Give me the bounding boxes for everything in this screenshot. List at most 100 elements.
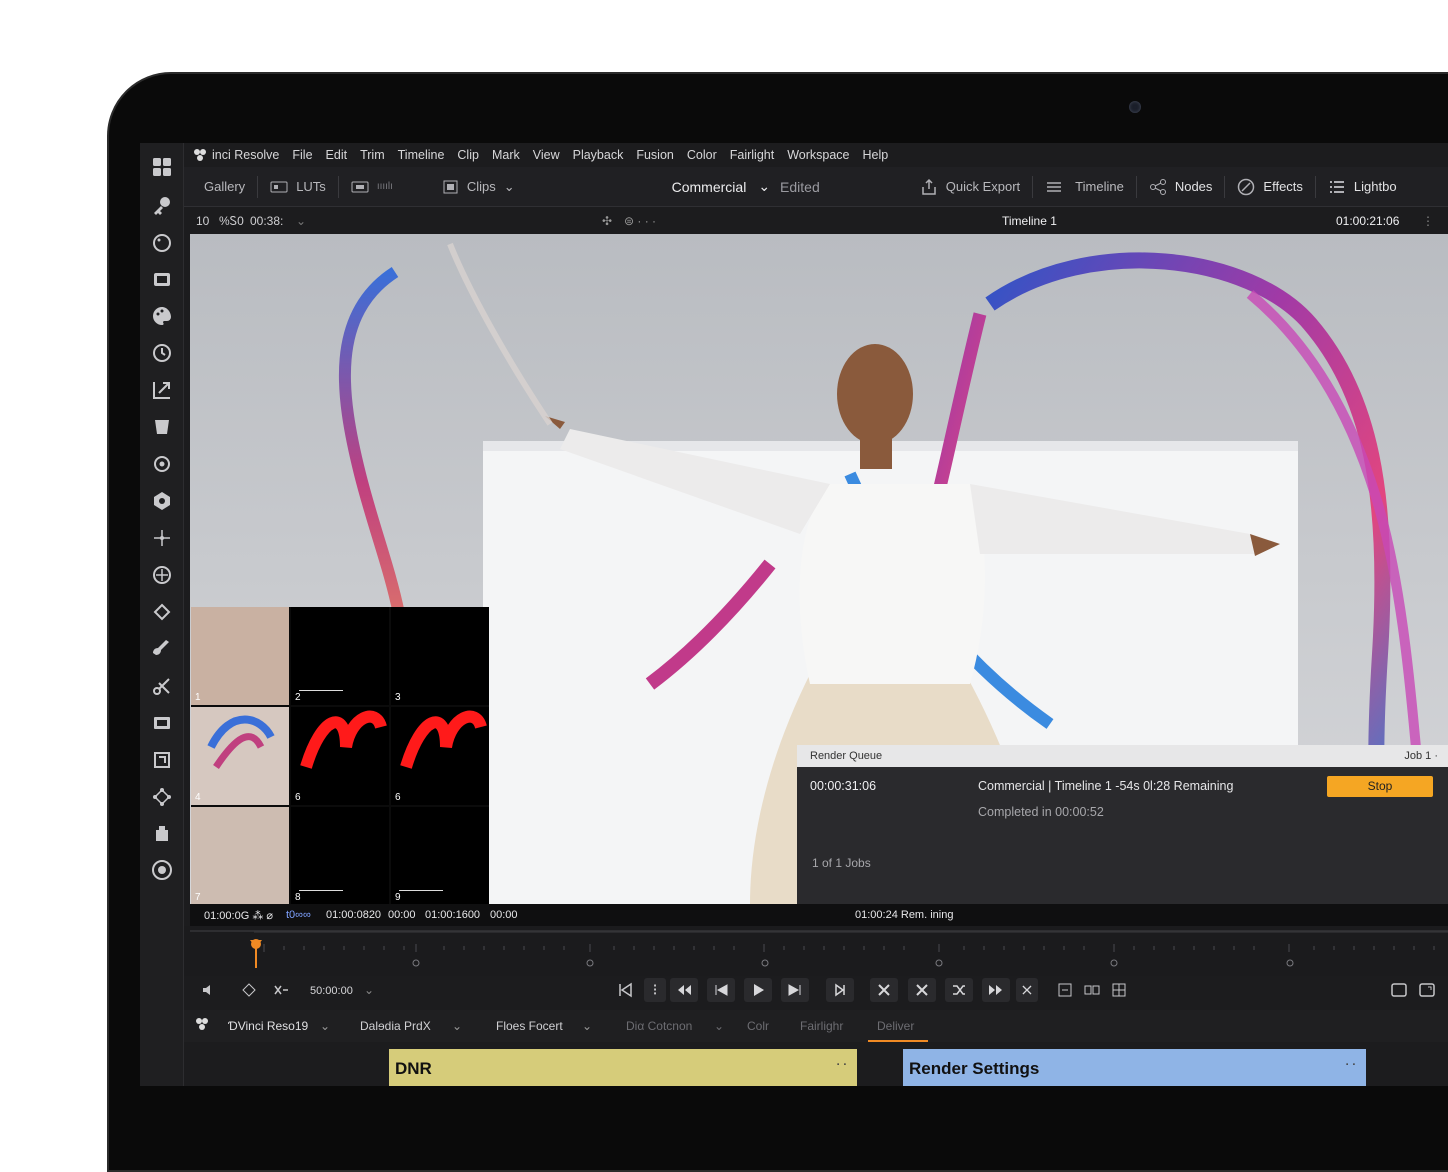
swap-button[interactable] bbox=[945, 978, 973, 1002]
menu-file[interactable]: File bbox=[292, 148, 312, 162]
film-icon[interactable] bbox=[150, 711, 174, 735]
crosshair-icon[interactable] bbox=[150, 563, 174, 587]
media-pool-button[interactable]: ıııılı bbox=[351, 167, 427, 207]
next-button[interactable] bbox=[781, 978, 809, 1002]
transform-icon[interactable] bbox=[150, 748, 174, 772]
menu-timeline[interactable]: Timeline bbox=[398, 148, 445, 162]
thumbnail[interactable]: 4 bbox=[191, 707, 289, 805]
play-button[interactable] bbox=[744, 978, 772, 1002]
menu-fusion[interactable]: Fusion bbox=[636, 148, 674, 162]
tab-media[interactable]: Dalɘdia PrdX bbox=[360, 1019, 431, 1033]
dnr-panel[interactable]: DNR · · bbox=[389, 1049, 857, 1086]
shuffle-icon[interactable] bbox=[272, 981, 290, 999]
chevron-down-icon[interactable]: ⌄ bbox=[320, 1019, 330, 1033]
thumbnail[interactable]: 3 bbox=[391, 607, 489, 705]
effects-button[interactable]: Effects bbox=[1237, 167, 1303, 207]
nodes-icon[interactable] bbox=[150, 785, 174, 809]
thumbnail[interactable]: 9 bbox=[391, 807, 489, 905]
brand-name[interactable]: ƊVinci Reso19 bbox=[228, 1019, 308, 1033]
media-icon[interactable] bbox=[150, 267, 174, 291]
trim-button[interactable] bbox=[908, 978, 936, 1002]
step-button[interactable] bbox=[826, 978, 854, 1002]
chevron-down-icon[interactable]: ⌄ bbox=[364, 983, 374, 997]
more-icon[interactable]: · · bbox=[837, 1059, 847, 1071]
menu-clip[interactable]: Clip bbox=[457, 148, 479, 162]
menu-mark[interactable]: Mark bbox=[492, 148, 520, 162]
gallery-button[interactable]: Gallery bbox=[184, 167, 245, 207]
camera-lens-icon[interactable] bbox=[150, 489, 174, 513]
project-name[interactable]: Commercial ⌄ Edited bbox=[672, 167, 820, 207]
thumbnail[interactable]: 1 bbox=[191, 607, 289, 705]
menu-trim[interactable]: Trim bbox=[360, 148, 385, 162]
mini-timeline[interactable] bbox=[184, 926, 1448, 976]
key-icon[interactable] bbox=[150, 194, 174, 218]
chevron-down-icon[interactable]: ⌄ bbox=[582, 1019, 592, 1033]
menu-workspace[interactable]: Workspace bbox=[787, 148, 849, 162]
menu-playback[interactable]: Playback bbox=[573, 148, 624, 162]
clock-icon[interactable] bbox=[150, 341, 174, 365]
options-icon[interactable]: ⊜ · · · bbox=[624, 214, 656, 228]
tab-color-2[interactable]: Colr bbox=[747, 1019, 769, 1033]
go-to-start-icon[interactable] bbox=[616, 981, 634, 999]
bucket-icon[interactable] bbox=[150, 415, 174, 439]
tab-deliver[interactable]: Deliver bbox=[877, 1019, 914, 1033]
transport-timecode[interactable]: 50:00:00 bbox=[310, 985, 353, 997]
previous-button[interactable] bbox=[707, 978, 735, 1002]
scissors-icon[interactable] bbox=[150, 674, 174, 698]
luts-button[interactable]: LUTs bbox=[270, 167, 326, 207]
chevron-down-icon[interactable]: ⌄ bbox=[714, 1019, 724, 1033]
tab-fusion[interactable]: Floes Focert bbox=[496, 1019, 563, 1033]
link-icon[interactable] bbox=[1083, 981, 1101, 999]
render-settings-panel[interactable]: Render Settings · · bbox=[903, 1049, 1366, 1086]
menu-color[interactable]: Color bbox=[687, 148, 717, 162]
split-button[interactable]: ⨯ bbox=[1016, 978, 1038, 1002]
thumbnail[interactable]: 8 bbox=[291, 807, 389, 905]
thumbnail[interactable]: 7 bbox=[191, 807, 289, 905]
transform-icon[interactable]: ✣ bbox=[602, 214, 612, 228]
cube-icon[interactable] bbox=[150, 822, 174, 846]
stop-button[interactable]: Stop bbox=[1327, 776, 1433, 797]
menu-fairlight[interactable]: Fairlight bbox=[730, 148, 774, 162]
lightbox-button[interactable]: Lightbo bbox=[1328, 167, 1397, 207]
tab-fairlight[interactable]: Fairlighr bbox=[800, 1019, 843, 1033]
cinema-view-icon[interactable] bbox=[1418, 981, 1436, 999]
color-wheel-icon[interactable] bbox=[150, 231, 174, 255]
clips-button[interactable]: Clips ⌄ bbox=[441, 167, 515, 207]
zoom-value[interactable]: 10 bbox=[196, 214, 209, 228]
brush-icon[interactable] bbox=[150, 637, 174, 661]
diamond-icon[interactable] bbox=[150, 600, 174, 624]
more-icon[interactable]: ⋮ bbox=[1422, 214, 1434, 228]
loop-icon[interactable] bbox=[240, 981, 258, 999]
chevron-down-icon[interactable]: ⌄ bbox=[296, 214, 306, 228]
snapshot-icon[interactable] bbox=[1056, 981, 1074, 999]
grid-icon[interactable] bbox=[150, 155, 174, 179]
chevron-down-icon[interactable]: ⌄ bbox=[452, 1019, 462, 1033]
grid-view-icon[interactable] bbox=[1110, 981, 1128, 999]
menu-edit[interactable]: Edit bbox=[326, 148, 348, 162]
menu-help[interactable]: Help bbox=[863, 148, 889, 162]
fullscreen-icon[interactable] bbox=[1390, 981, 1408, 999]
fast-forward-button[interactable] bbox=[982, 978, 1010, 1002]
resize-icon[interactable] bbox=[150, 378, 174, 402]
mark-button[interactable]: ⁝ bbox=[644, 978, 666, 1002]
zoom-percent[interactable]: %Ꮪ0 bbox=[219, 214, 244, 229]
tab-color[interactable]: Diα Cotcnon bbox=[626, 1019, 692, 1033]
thumbnail[interactable]: 6 bbox=[291, 707, 389, 805]
audio-icon[interactable] bbox=[200, 981, 218, 999]
timeline-name[interactable]: Timeline 1 bbox=[1002, 214, 1057, 228]
palette-icon[interactable] bbox=[150, 304, 174, 328]
globe-icon[interactable] bbox=[150, 858, 174, 882]
quick-export-button[interactable]: Quick Export bbox=[920, 167, 1020, 207]
cut-button[interactable] bbox=[870, 978, 898, 1002]
job-label[interactable]: Job 1 · bbox=[1404, 750, 1438, 762]
rewind-button[interactable] bbox=[670, 978, 698, 1002]
thumbnail[interactable]: 2 bbox=[291, 607, 389, 705]
menu-view[interactable]: View bbox=[533, 148, 560, 162]
target-icon[interactable] bbox=[150, 451, 174, 475]
sparkle-icon[interactable] bbox=[150, 526, 174, 550]
timeline-button[interactable]: Timeline bbox=[1045, 167, 1124, 207]
thumbnail[interactable]: 6 bbox=[391, 707, 489, 805]
nodes-button[interactable]: Nodes bbox=[1149, 167, 1212, 207]
app-title[interactable]: inci Resolve bbox=[212, 148, 279, 162]
more-icon[interactable]: · · bbox=[1346, 1059, 1356, 1071]
